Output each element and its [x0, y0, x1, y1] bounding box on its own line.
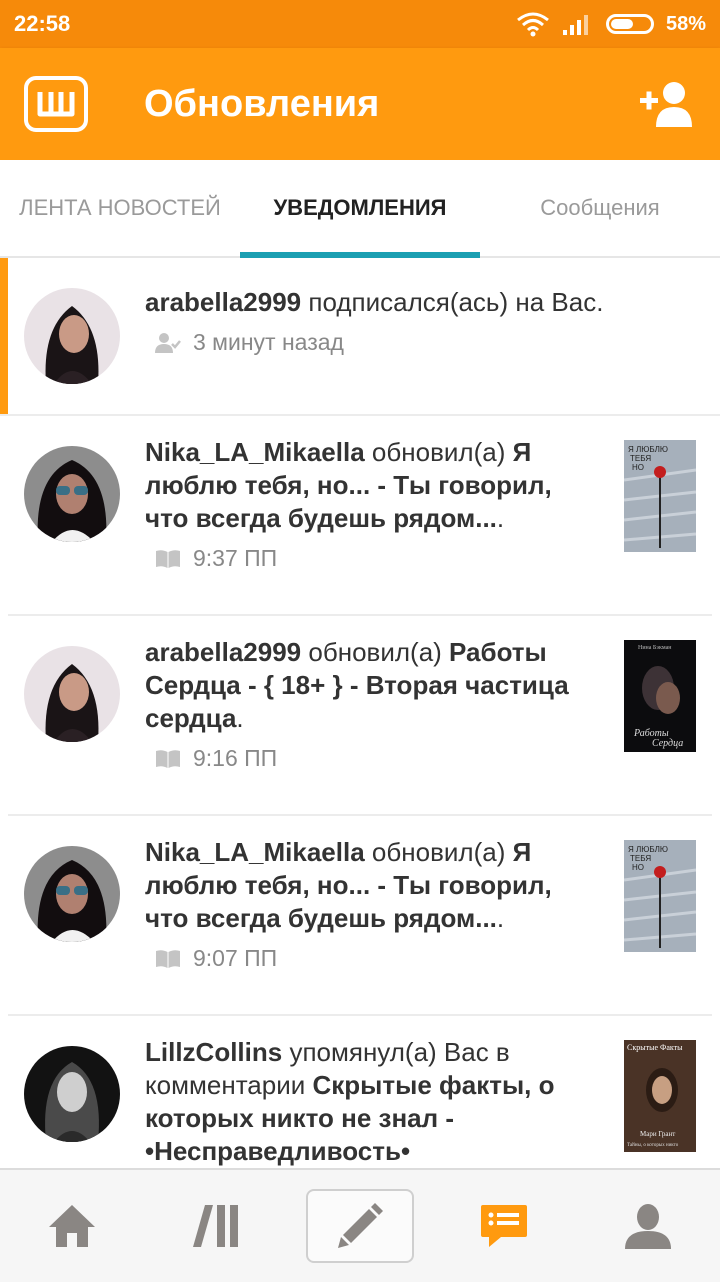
notification-meta: 9:16 ПП — [145, 745, 585, 772]
text-tail: . — [496, 503, 505, 533]
cover-text: Тайны, о которых никто — [627, 1143, 679, 1148]
notification-content: LillzCollins упомянул(а) Вас в комментар… — [145, 1036, 585, 1168]
nav-library[interactable] — [144, 1170, 288, 1282]
signal-icon — [562, 15, 588, 35]
book-icon — [156, 749, 180, 768]
text-tail: . — [236, 703, 244, 733]
nav-messages[interactable] — [432, 1170, 576, 1282]
notification-meta: 9:37 ПП — [145, 545, 585, 572]
action-text: обновил(а) — [364, 837, 513, 867]
tab-news-feed[interactable]: ЛЕНТА НОВОСТЕЙ — [0, 160, 240, 256]
cover-text: НО — [632, 863, 644, 872]
user-name[interactable]: arabella2999 — [145, 287, 301, 317]
notification-text: Nika_LA_Mikaella обновил(а) Я люблю тебя… — [145, 436, 585, 535]
library-icon — [193, 1205, 238, 1247]
story-cover[interactable]: Нина Бэкман Работы Сердца — [624, 640, 696, 752]
status-time: 22:58 — [14, 11, 71, 36]
write-button[interactable] — [306, 1189, 414, 1263]
avatar-nika[interactable] — [24, 446, 120, 542]
cover-text: Сердца — [652, 738, 683, 749]
notification-text: Nika_LA_Mikaella обновил(а) Я люблю тебя… — [145, 836, 585, 935]
avatar-arabella[interactable] — [24, 288, 120, 384]
notification-time: 9:16 ПП — [193, 745, 278, 771]
cover-text: Я ЛЮБЛЮ — [628, 445, 668, 454]
follow-icon — [155, 332, 181, 353]
story-cover[interactable]: Я ЛЮБЛЮ ТЕБЯ НО — [624, 440, 696, 552]
tab-bar: ЛЕНТА НОВОСТЕЙ УВЕДОМЛЕНИЯ Сообщения — [0, 160, 720, 258]
notification-item[interactable]: LillzCollins упомянул(а) Вас в комментар… — [8, 1016, 712, 1168]
notification-time: 9:07 ПП — [193, 945, 278, 971]
text-tail: . — [496, 903, 505, 933]
book-icon — [156, 949, 180, 968]
avatar-arabella[interactable] — [24, 646, 120, 742]
notification-item[interactable]: Nika_LA_Mikaella обновил(а) Я люблю тебя… — [8, 816, 712, 1016]
cover-text: Нина Бэкман — [638, 645, 672, 651]
user-name[interactable]: Nika_LA_Mikaella — [145, 837, 365, 867]
wattpad-logo-icon[interactable] — [24, 76, 88, 132]
pencil-icon — [338, 1203, 383, 1248]
cover-text: Скрытые Факты — [627, 1043, 683, 1052]
book-icon — [156, 549, 180, 568]
user-name[interactable]: Nika_LA_Mikaella — [145, 437, 365, 467]
wifi-icon — [517, 12, 549, 37]
tab-messages[interactable]: Сообщения — [480, 160, 720, 256]
cover-text: Я ЛЮБЛЮ — [628, 845, 668, 854]
notification-content: Nika_LA_Mikaella обновил(а) Я люблю тебя… — [145, 436, 585, 572]
notification-text: LillzCollins упомянул(а) Вас в комментар… — [145, 1036, 585, 1168]
user-name[interactable]: arabella2999 — [145, 637, 301, 667]
cover-text: ТЕБЯ — [630, 454, 651, 463]
notification-text: arabella2999 подписался(ась) на Вас. — [145, 286, 665, 319]
notification-item[interactable]: Nika_LA_Mikaella обновил(а) Я люблю тебя… — [8, 416, 712, 616]
app-bar: Обновления — [0, 48, 720, 160]
home-icon — [49, 1205, 95, 1247]
battery-percent: 58% — [665, 12, 706, 35]
avatar-nika[interactable] — [24, 846, 120, 942]
battery-icon — [605, 14, 654, 34]
nav-profile[interactable] — [576, 1170, 720, 1282]
tab-notifications[interactable]: УВЕДОМЛЕНИЯ — [240, 160, 480, 258]
action-text: обновил(а) — [301, 637, 450, 667]
w-glyph-icon — [37, 92, 75, 117]
notification-content: Nika_LA_Mikaella обновил(а) Я люблю тебя… — [145, 836, 585, 972]
notification-meta: 3 минут назад — [145, 329, 665, 356]
notification-text: arabella2999 обновил(а) Работы Сердца - … — [145, 636, 585, 735]
bottom-nav — [0, 1168, 720, 1282]
story-cover[interactable]: Я ЛЮБЛЮ ТЕБЯ НО — [624, 840, 696, 952]
story-cover[interactable]: Скрытые Факты Мари Грант Тайны, о которы… — [624, 1040, 696, 1152]
nav-write[interactable] — [288, 1170, 432, 1282]
notification-time: 9:37 ПП — [193, 545, 278, 571]
action-text: обновил(а) — [364, 437, 513, 467]
notification-content: arabella2999 обновил(а) Работы Сердца - … — [145, 636, 585, 772]
page-title: Обновления — [144, 82, 380, 125]
status-right: 58% — [516, 11, 706, 37]
action-text: подписался(ась) на Вас. — [301, 287, 604, 317]
nav-home[interactable] — [0, 1170, 144, 1282]
cover-text: НО — [632, 463, 644, 472]
add-user-icon[interactable] — [638, 79, 696, 129]
status-bar: 22:58 58% — [0, 0, 720, 48]
notification-item[interactable]: arabella2999 подписался(ась) на Вас. 3 м… — [0, 258, 720, 416]
chat-icon — [481, 1205, 527, 1247]
notification-content: arabella2999 подписался(ась) на Вас. 3 м… — [145, 286, 665, 356]
notification-meta: 9:07 ПП — [145, 945, 585, 972]
user-name[interactable]: LillzCollins — [145, 1037, 282, 1067]
cover-text: Мари Грант — [640, 1130, 675, 1138]
notification-item[interactable]: arabella2999 обновил(а) Работы Сердца - … — [8, 616, 712, 816]
notification-list: arabella2999 подписался(ась) на Вас. 3 м… — [0, 258, 720, 1168]
cover-text: ТЕБЯ — [630, 854, 651, 863]
profile-icon — [625, 1204, 671, 1249]
notification-time: 3 минут назад — [193, 329, 344, 355]
avatar-lillzcollins[interactable] — [24, 1046, 120, 1142]
